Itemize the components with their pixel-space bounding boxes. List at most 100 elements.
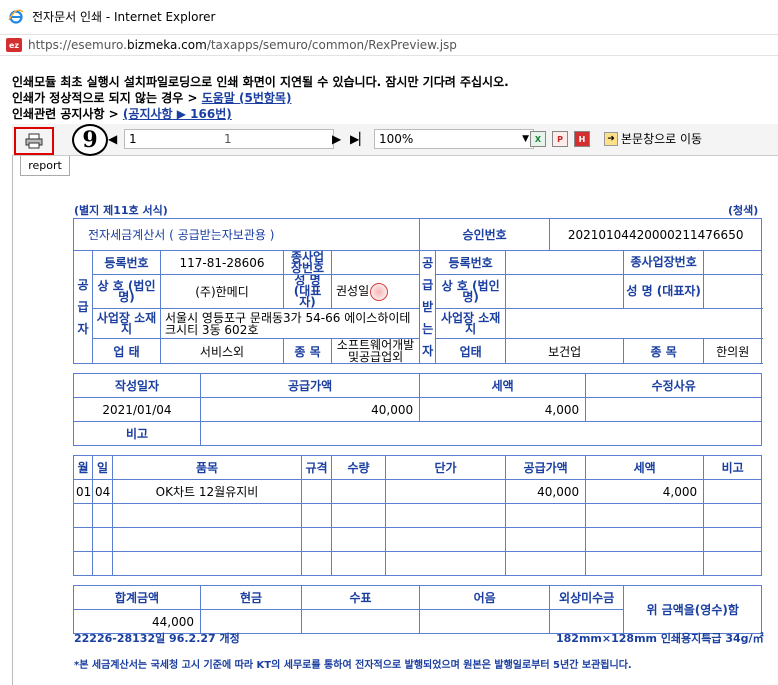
print-notice: 인쇄모듈 최초 실행시 설치파일로딩으로 인쇄 화면이 지연될 수 있습니다. …: [12, 74, 509, 122]
credit-label: 외상미수금: [549, 585, 625, 610]
item-supply: 40,000: [505, 479, 587, 504]
supplier-reg-no: 117-81-28606: [160, 250, 284, 275]
window-title: 전자문서 인쇄 - Internet Explorer: [32, 9, 216, 24]
item-name: OK차트 12월유지비: [112, 479, 302, 504]
internet-explorer-icon: [8, 9, 24, 24]
buyer-name-label: 상 호 (법인명): [435, 274, 507, 309]
remark-label: 비고: [73, 421, 201, 446]
print-button[interactable]: [14, 127, 54, 155]
cash-label: 현금: [200, 585, 302, 610]
table-row: [73, 551, 763, 576]
last-page-icon[interactable]: ▶▏: [350, 132, 368, 146]
invoice-title: 전자세금계산서 ( 공급받는자보관용 ): [72, 218, 421, 251]
check-value: [300, 609, 421, 634]
col-note: 비고: [703, 455, 763, 480]
copy-type: (청색): [728, 204, 759, 217]
col-unit-price: 단가: [384, 455, 507, 480]
buyer-ceo-label: 성 명 (대표자): [623, 274, 705, 309]
issue-date: 2021/01/04: [73, 397, 201, 422]
col-supply: 공급가액: [505, 455, 587, 480]
table-row: [73, 503, 763, 528]
next-page-icon[interactable]: ▶: [332, 132, 341, 146]
zoom-select[interactable]: 100% ▼: [374, 129, 534, 149]
item-qty: [331, 479, 386, 504]
supplier-label: 공급자: [73, 250, 93, 364]
buyer-type-label: 업태: [435, 338, 507, 364]
tab-report[interactable]: report: [20, 156, 70, 176]
window-titlebar: 전자문서 인쇄 - Internet Explorer: [0, 0, 778, 32]
step-number-badge: 9: [72, 124, 108, 156]
approval-label: 승인번호: [419, 218, 551, 251]
supplier-sub-no: [330, 250, 421, 275]
hwp-export-icon[interactable]: H: [574, 131, 590, 147]
help-link[interactable]: 도움말 (5번항목): [202, 91, 292, 105]
supplier-sub-label: 종사업장번호: [283, 250, 332, 275]
supplier-ceo-label: 성 명 (대표자): [283, 274, 332, 309]
bill-value: [419, 609, 551, 634]
table-row: [73, 527, 763, 552]
buyer-reg-label: 등록번호: [435, 250, 507, 275]
chevron-down-icon: ▼: [522, 134, 529, 144]
item-unit: [384, 479, 507, 504]
prev-page-icon[interactable]: ◀: [108, 132, 117, 146]
seal-stamp-icon: [370, 282, 389, 301]
item-month: 01: [73, 479, 93, 504]
notice-line-2: 인쇄가 정상적으로 되지 않는 경우 > 도움말 (5번항목): [12, 91, 292, 105]
excel-export-icon[interactable]: X: [530, 131, 546, 147]
item-day: 04: [92, 479, 113, 504]
col-month: 월: [73, 455, 93, 480]
item-tax: 4,000: [585, 479, 705, 504]
buyer-type: 보건업: [505, 338, 625, 364]
address-bar[interactable]: ez https://esemuro.bizmeka.com/taxapps/s…: [0, 34, 778, 56]
receipt-text: 위 금액을(영수)함: [623, 585, 763, 634]
supplier-item: 소프트웨어개발 및공급업외: [330, 338, 421, 364]
buyer-name: [505, 274, 625, 309]
total-label: 합계금액: [73, 585, 201, 610]
table-row: 01 04 OK차트 12월유지비 40,000 4,000: [73, 479, 763, 504]
paper-spec: 182mm×128mm 인쇄용지특급 34g/㎡: [556, 632, 764, 645]
url-text[interactable]: https://esemuro.bizmeka.com/taxapps/semu…: [28, 38, 457, 52]
col-qty: 수량: [331, 455, 386, 480]
check-label: 수표: [300, 585, 421, 610]
buyer-label: 공급받는자: [419, 250, 437, 364]
supplier-reg-label: 등록번호: [92, 250, 161, 275]
buyer-item-label: 종 목: [623, 338, 705, 364]
item-spec: [301, 479, 332, 504]
supplier-address: 서울시 영등포구 문래동3가 54-66 에이스하이테크시티 3동 602호: [159, 308, 421, 339]
supplier-item-label: 종 목: [283, 338, 332, 364]
tax-invoice-table: 전자세금계산서 ( 공급받는자보관용 ) 승인번호 20210104420000…: [72, 218, 763, 634]
report-tabs: report: [12, 156, 778, 176]
supplier-name-label: 상 호 (법인명): [92, 274, 161, 309]
buyer-address: [505, 308, 763, 339]
remark-value: [199, 421, 763, 446]
date-label: 작성일자: [73, 373, 201, 398]
arrow-right-icon: ➜: [604, 131, 618, 146]
pdf-export-icon[interactable]: P: [552, 131, 568, 147]
buyer-reg-no: [505, 250, 625, 275]
col-spec: 규격: [301, 455, 332, 480]
reason-value: [585, 397, 763, 422]
col-day: 일: [92, 455, 113, 480]
item-note: [703, 479, 763, 504]
move-to-main-button[interactable]: ➜ 본문창으로 이동: [604, 130, 702, 147]
supplier-type-label: 업 태: [92, 338, 161, 364]
col-item-name: 품목: [112, 455, 302, 480]
supplier-type: 서비스외: [160, 338, 284, 364]
report-toolbar: 9 ◀ 1 1 ▶ ▶▏ 100% ▼ X P H ➜ 본문창으로 이동: [12, 124, 778, 156]
bill-label: 어음: [419, 585, 551, 610]
notice-line-3: 인쇄관련 공지사항 > (공지사항 ▶ 166번): [12, 107, 232, 121]
tax-amount: 4,000: [419, 397, 587, 422]
form-code: 22226-28132일 96.2.27 개정: [74, 632, 240, 645]
approval-number: 20210104420000211476650: [549, 218, 763, 251]
site-favicon-icon: ez: [6, 38, 22, 52]
frame-border: [12, 156, 13, 685]
buyer-sub-no: [703, 250, 763, 275]
buyer-item: 한의원: [703, 338, 763, 364]
notice-link[interactable]: (공지사항 ▶ 166번): [123, 107, 232, 121]
notice-line-1: 인쇄모듈 최초 실행시 설치파일로딩으로 인쇄 화면이 지연될 수 있습니다. …: [12, 75, 509, 89]
col-tax: 세액: [585, 455, 705, 480]
buyer-sub-label: 종사업장번호: [623, 250, 705, 275]
printer-icon: [25, 133, 43, 149]
supplier-name: (주)한메디: [160, 274, 284, 309]
buyer-ceo: [703, 274, 763, 309]
